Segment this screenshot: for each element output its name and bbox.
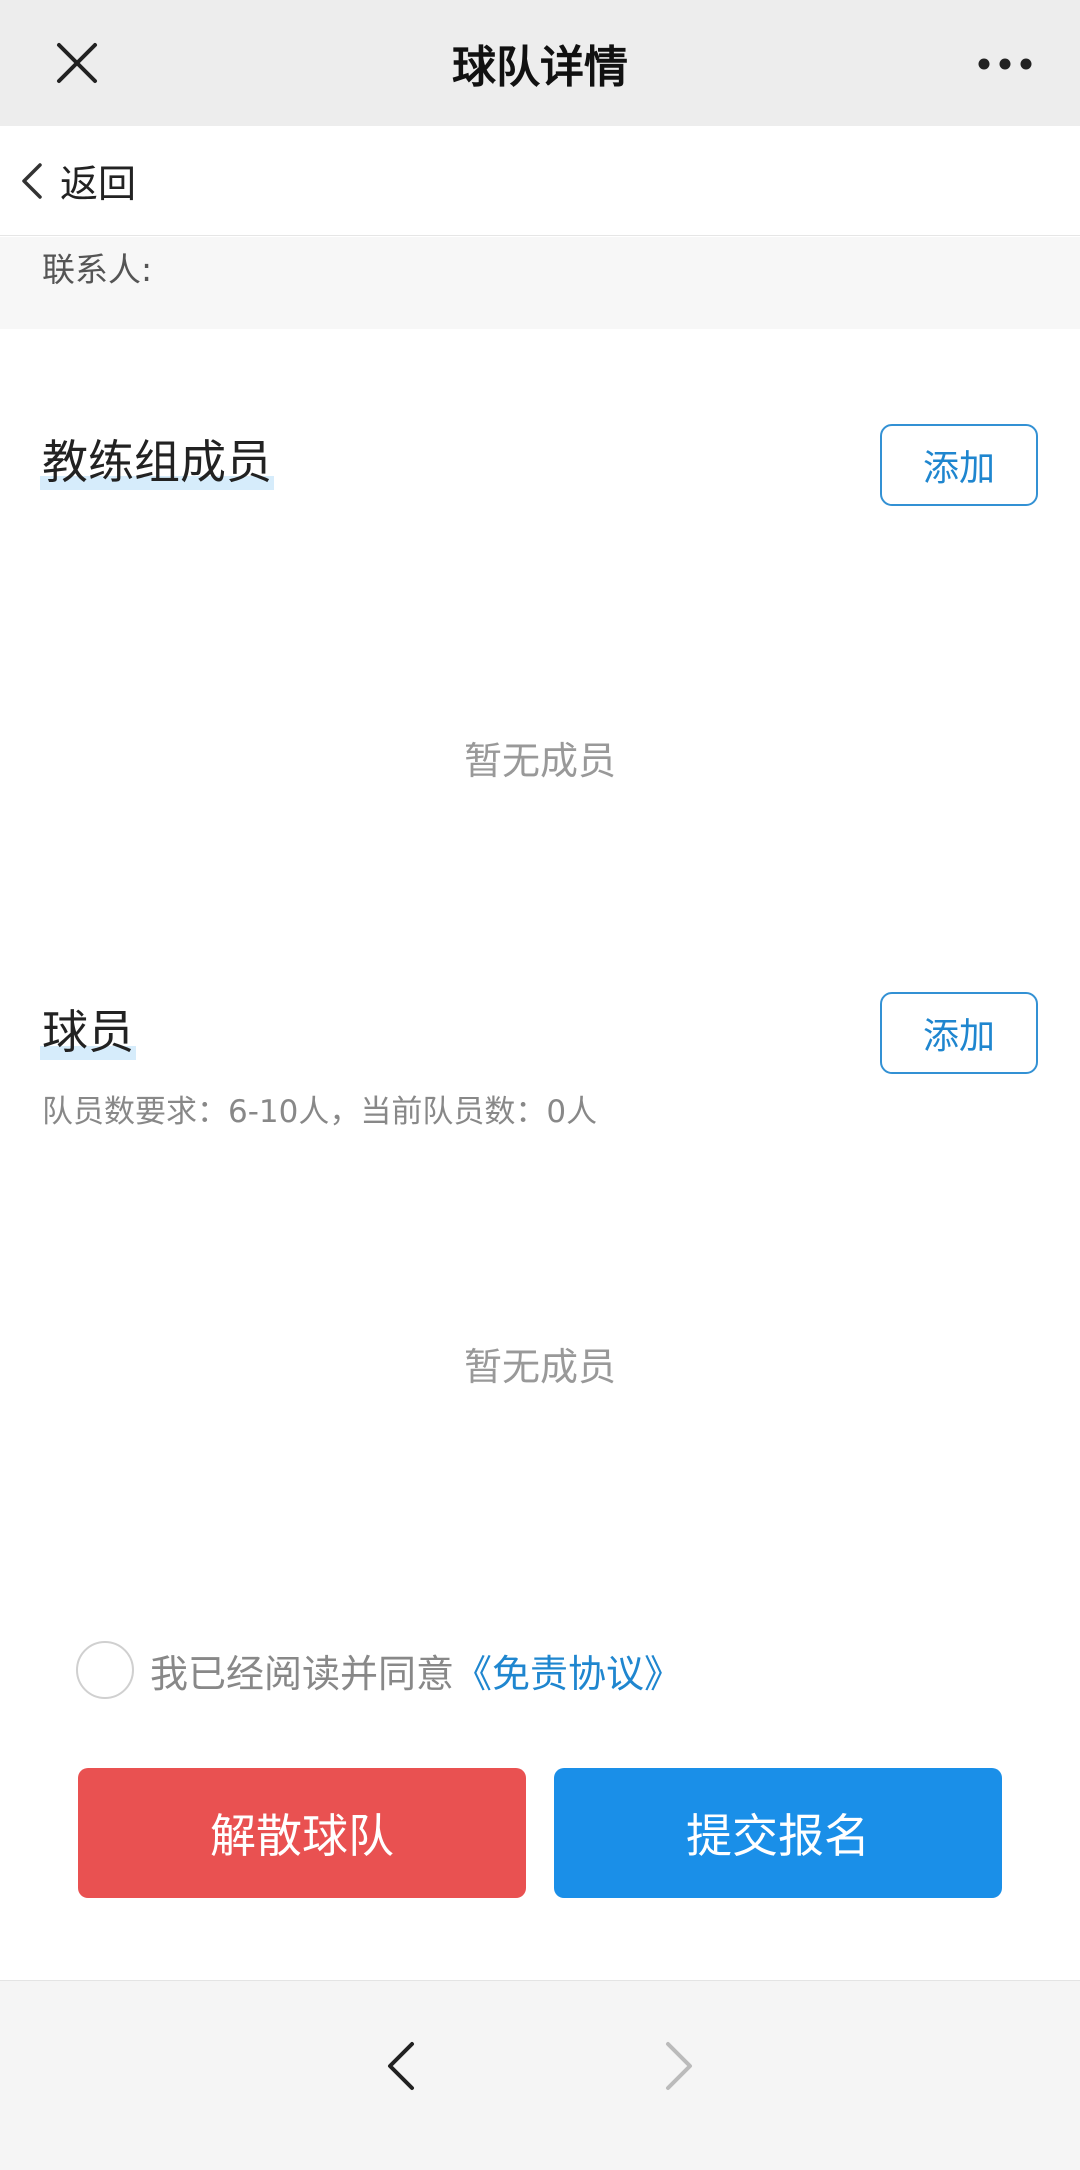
chevron-left-icon — [22, 162, 42, 199]
page-title: 球队详情 — [452, 42, 628, 93]
disclaimer-link[interactable]: 《免责协议》 — [454, 1643, 682, 1698]
coaches-section-title: 教练组成员 — [40, 434, 274, 490]
contact-row: 联系人: — [0, 237, 1080, 329]
players-section-title: 球员 — [40, 1004, 136, 1060]
players-count-hint: 队员数要求：6-10人，当前队员数：0人 — [42, 1094, 598, 1130]
players-empty-text: 暂无成员 — [463, 1345, 616, 1389]
add-player-button[interactable]: 添加 — [880, 992, 1038, 1074]
nav-back-button[interactable] — [356, 2021, 446, 2111]
more-icon — [978, 58, 1032, 70]
contact-label: 联系人: — [42, 250, 153, 289]
agreement-checkbox[interactable] — [76, 1641, 134, 1699]
bottom-nav-bar — [0, 1980, 1080, 2170]
coaches-title-text: 教练组成员 — [42, 435, 272, 489]
dissolve-team-button[interactable]: 解散球队 — [78, 1768, 526, 1898]
close-icon — [57, 43, 97, 83]
submit-registration-button[interactable]: 提交报名 — [554, 1768, 1002, 1898]
coaches-empty-text: 暂无成员 — [463, 739, 616, 783]
add-coach-button[interactable]: 添加 — [880, 424, 1038, 506]
players-title-text: 球员 — [42, 1005, 134, 1059]
nav-forward-button[interactable] — [634, 2021, 724, 2111]
chevron-left-icon — [388, 2042, 414, 2090]
title-bar: 球队详情 — [0, 0, 1080, 126]
close-button[interactable] — [44, 30, 110, 96]
back-bar: 返回 — [0, 126, 1080, 236]
chevron-right-icon — [666, 2042, 692, 2090]
back-label: 返回 — [60, 162, 137, 206]
back-button[interactable]: 返回 — [0, 126, 156, 236]
agreement-row: 我已经阅读并同意 《免责协议》 — [76, 1640, 682, 1700]
agreement-text: 我已经阅读并同意 — [150, 1651, 455, 1696]
team-detail-page: 球队详情 返回 联系人: 教练组成员 添加 暂无成员 球员 添加 队员数要求：6… — [0, 0, 1080, 2170]
more-button[interactable] — [970, 36, 1040, 92]
